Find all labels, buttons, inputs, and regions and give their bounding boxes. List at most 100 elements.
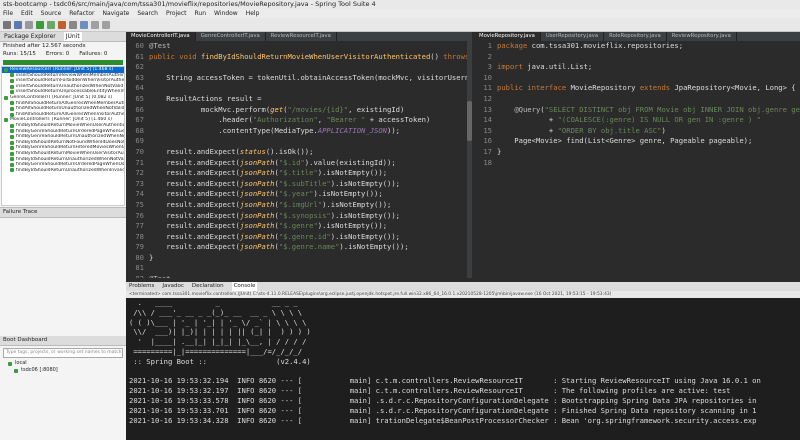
errors-label: Errors:: [45, 51, 64, 57]
boot-dashboard-item[interactable]: tsdc06 [:8080]: [0, 367, 126, 374]
code-line: 73 result.andExpect(jsonPath("$.subTitle…: [126, 179, 472, 190]
code-line: 18: [474, 158, 800, 169]
menu-navigate[interactable]: Navigate: [102, 9, 129, 18]
run-icon[interactable]: [36, 20, 44, 29]
console-tab-declaration[interactable]: Declaration: [192, 282, 224, 291]
console-line: :: Spring Boot :: (v2.4.4): [129, 356, 311, 366]
console-tab-console[interactable]: Console: [231, 282, 258, 291]
item-label: tsdc06 [:8080]: [21, 367, 58, 373]
line-number: 72: [135, 168, 144, 178]
editor-left-tabs: MovieControllerIT.java GenreControllerIT.…: [126, 32, 472, 41]
code-line: 79 result.andExpect(jsonPath("$.genre.na…: [126, 242, 472, 253]
line-number: 1: [487, 41, 492, 50]
editor-tab[interactable]: MovieControllerIT.java: [126, 32, 196, 41]
failures-label: Failures:: [79, 51, 103, 57]
test-passed-icon: [10, 101, 14, 106]
line-number: 70: [135, 146, 144, 156]
console-tab-javadoc[interactable]: Javadoc: [162, 282, 184, 291]
code-text: .contentType(MediaType.APPLICATION_JSON)…: [149, 125, 400, 135]
code-line: 1 package com.tssa301.movieflix.repositor…: [474, 41, 800, 52]
forward-icon[interactable]: [102, 20, 110, 29]
boot-dashboard-item[interactable]: local: [0, 360, 126, 367]
code-text: mockMvc.perform(get("/movies/{id}", exis…: [149, 104, 405, 114]
line-number: 16: [483, 136, 492, 146]
test-passed-icon: [4, 67, 8, 72]
code-text: result.andExpect(status().isOk());: [149, 146, 314, 156]
code-line: 12: [474, 94, 800, 105]
boot-dashboard-title: Boot Dashboard: [0, 336, 126, 346]
new-icon[interactable]: [3, 20, 11, 29]
editor-tab[interactable]: UserRepository.java: [541, 32, 605, 41]
console-line: ( ( )\___ | '_ | '_| | '_ \/ _` | \ \ \ …: [129, 317, 307, 327]
menu-source[interactable]: Source: [41, 9, 62, 18]
code-text: + "ORDER BY obj.title ASC"): [497, 125, 666, 135]
test-passed-icon: [10, 112, 14, 117]
editor-tab[interactable]: RoleRepository.java: [604, 32, 667, 41]
menu-project[interactable]: Project: [166, 9, 187, 18]
test-method-row[interactable]: findByIdShouldReturnUnauthorizedWhenInva…: [2, 168, 124, 174]
line-number: 69: [135, 136, 144, 146]
code-line: 17}: [474, 147, 800, 158]
code-line: 67 .header("Authorization", "Bearer " + …: [126, 115, 472, 126]
boot-dashboard: Boot Dashboard Type tags, projects, or w…: [0, 336, 126, 440]
boot-dashboard-search[interactable]: Type tags, projects, or working set name…: [3, 348, 123, 358]
line-number: 60: [135, 41, 144, 50]
test-label: findByIdShouldReturnUnauthorizedWhenInva…: [16, 167, 124, 173]
code-line: 11 public interface MovieRepository exten…: [474, 83, 800, 94]
editor-tab[interactable]: ReviewResourceIT.java: [266, 32, 337, 41]
debug-icon[interactable]: [47, 20, 55, 29]
tab-package-explorer[interactable]: Package Explorer: [2, 32, 58, 41]
code-line: 65 ResultActions result =: [126, 94, 472, 105]
item-label: local: [15, 360, 27, 366]
code-line: 69: [126, 136, 472, 147]
line-number: 66: [135, 104, 144, 114]
menu-refactor[interactable]: Refactor: [69, 9, 94, 18]
code-text: }: [497, 146, 502, 156]
search-icon[interactable]: [69, 20, 77, 29]
editor-tab[interactable]: GenreControllerIT.java: [196, 32, 266, 41]
code-line: 63 String accessToken = tokenUtil.obtain…: [126, 73, 472, 84]
save-icon[interactable]: [14, 20, 22, 29]
code-text: result.andExpect(jsonPath("$.genre").isN…: [149, 221, 388, 231]
code-text: public void findByIdShouldReturnMovieWhe…: [149, 51, 470, 61]
junit-counters: Runs: 15/15 Errors: 0 Failures: 0: [0, 50, 126, 59]
test-passed-icon: [10, 168, 14, 173]
menu-file[interactable]: File: [3, 9, 13, 18]
console-line: /\\ / ___'_ __ _ _(_)_ __ __ _ \ \ \ \: [129, 307, 303, 317]
junit-status: Finished after 12.567 seconds: [3, 43, 86, 49]
line-number: 63: [135, 72, 144, 82]
line-number: 82: [126, 274, 144, 278]
tab-junit[interactable]: JUnit: [63, 32, 82, 41]
junit-test-tree[interactable]: ReviewResourceIT [Runner: JUnit 5] (1.46…: [1, 66, 125, 206]
editor-tab[interactable]: MovieRepository.java: [474, 32, 541, 41]
menu-help[interactable]: Help: [246, 9, 260, 18]
console-line: ' |____| .__|_| |_|_| |_\__, | / / / /: [129, 337, 307, 347]
menu-window[interactable]: Window: [214, 9, 238, 18]
line-number: 62: [135, 62, 144, 72]
open-type-icon[interactable]: [80, 20, 88, 29]
back-icon[interactable]: [91, 20, 99, 29]
code-text: public interface MovieRepository extends…: [497, 83, 796, 93]
code-text: result.andExpect(jsonPath("$.synopsis").…: [149, 210, 401, 220]
runs-count: 15/15: [20, 51, 36, 57]
editor-right-code[interactable]: 1 package com.tssa301.movieflix.repositor…: [474, 41, 800, 278]
code-line: 13 @Query("SELECT DISTINCT obj FROM Movi…: [474, 105, 800, 116]
editor-left-scrollbar[interactable]: [467, 41, 472, 278]
menu-edit[interactable]: Edit: [21, 9, 33, 18]
menu-search[interactable]: Search: [137, 9, 158, 18]
code-text: result.andExpect(jsonPath("$.year").isNo…: [149, 189, 383, 199]
errors-count: 0: [65, 51, 70, 57]
editor-right: MovieRepository.java UserRepository.java R…: [474, 32, 800, 278]
console-tab-problems[interactable]: Problems: [129, 282, 154, 291]
editor-tab[interactable]: ReviewRepository.java: [667, 32, 737, 41]
code-line: 10: [474, 73, 800, 84]
print-icon[interactable]: [25, 20, 33, 29]
menu-run[interactable]: Run: [195, 9, 207, 18]
line-number: 77: [135, 221, 144, 231]
test-passed-icon: [10, 123, 14, 128]
console-output[interactable]: . ____ _ __ _ _ /\\ / ___'_ __ _ _(_)_ _…: [126, 298, 800, 425]
stop-icon[interactable]: [58, 20, 66, 29]
editor-left-code[interactable]: 60 @Test 61 public void findByIdShouldRetur…: [126, 41, 472, 278]
